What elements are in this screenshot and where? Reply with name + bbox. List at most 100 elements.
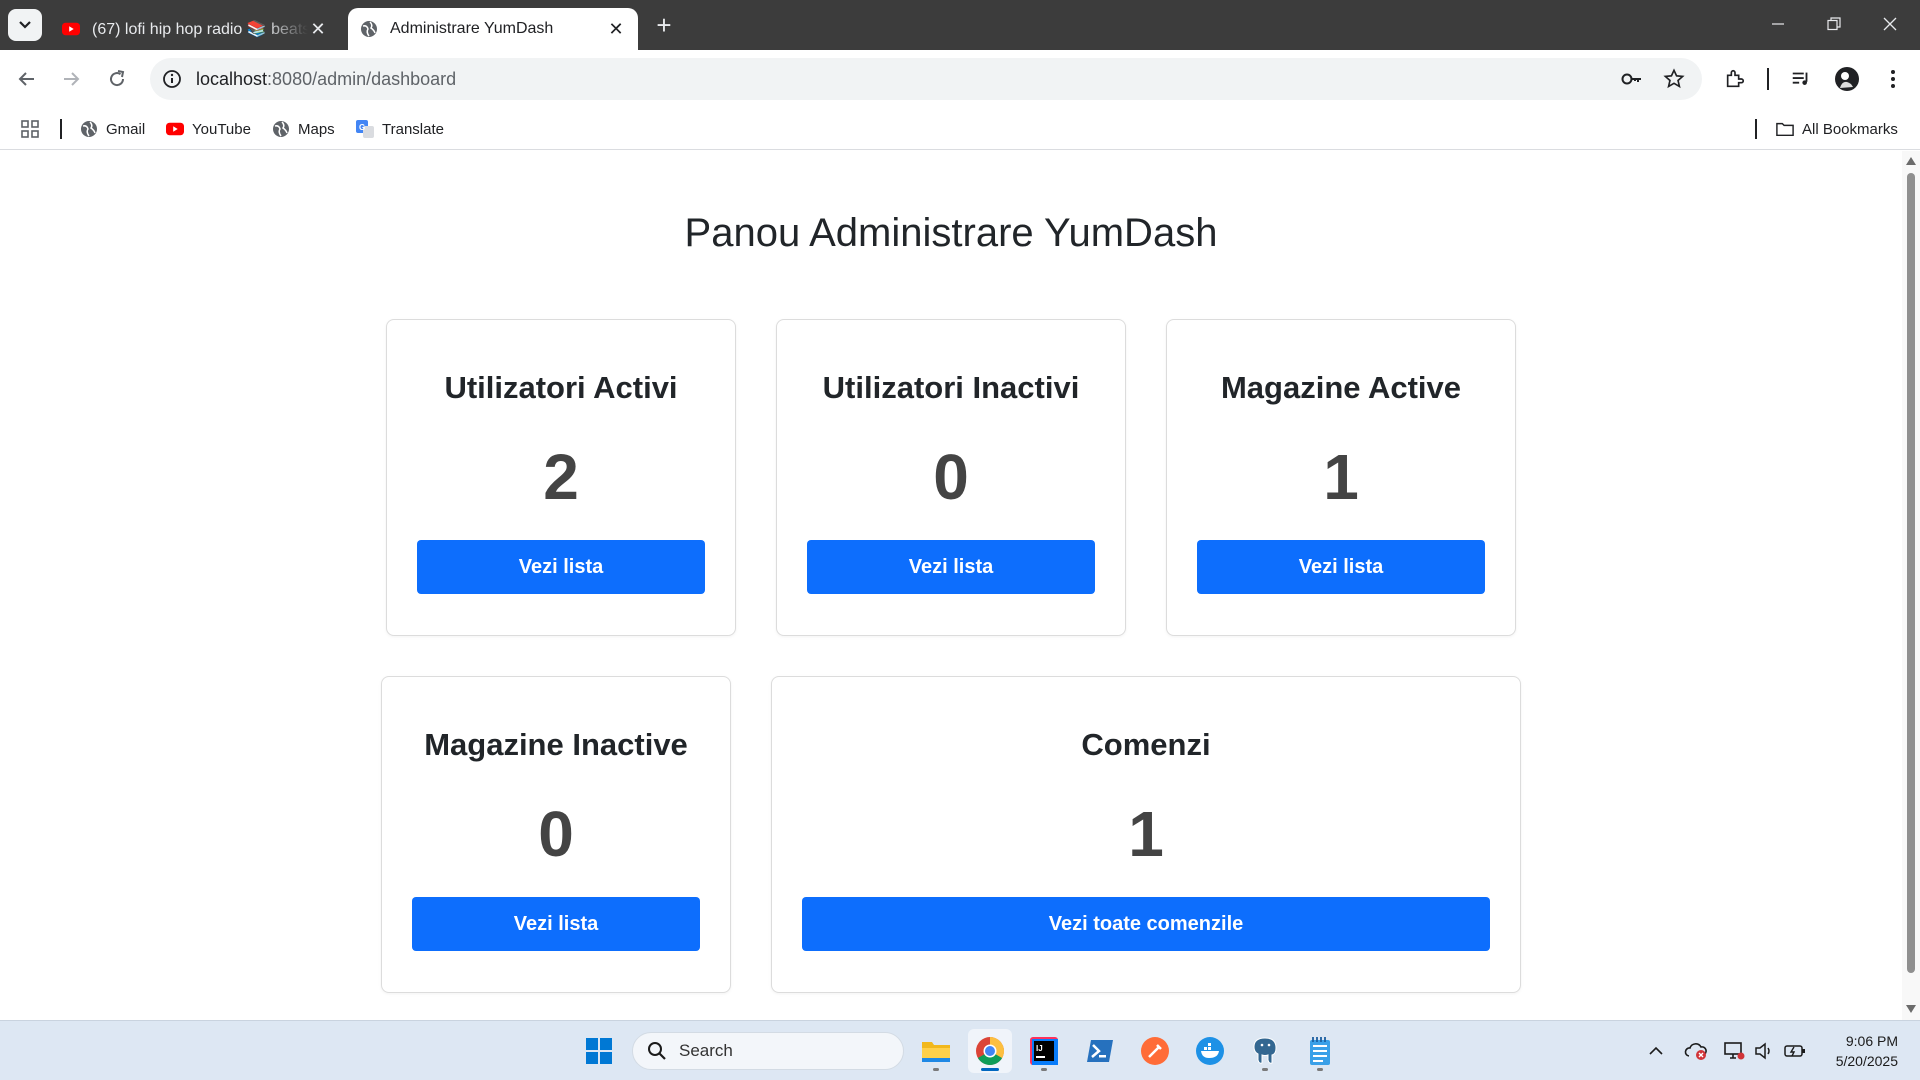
tab-title: (67) lofi hip hop radio 📚 beats to relax… — [92, 21, 308, 38]
svg-text:G: G — [359, 123, 365, 132]
bookmark-gmail[interactable]: Gmail — [80, 116, 145, 142]
card-value: 0 — [933, 441, 969, 513]
bookmarks-bar: Gmail YouTube Maps G Translate All Bookm… — [0, 108, 1920, 150]
clock-date: 5/20/2025 — [1835, 1053, 1898, 1069]
restore-icon — [1827, 17, 1841, 31]
bookmark-label: Translate — [382, 120, 444, 138]
card-title: Magazine Active — [1220, 370, 1462, 405]
page-scrollbar[interactable] — [1902, 151, 1920, 1020]
view-list-button[interactable]: Vezi lista — [417, 540, 705, 594]
running-indicator — [933, 1068, 939, 1071]
svg-text:IJ: IJ — [1036, 1044, 1043, 1053]
intellij-app[interactable]: IJ — [1022, 1029, 1066, 1073]
folder-icon — [1776, 120, 1794, 138]
volume-icon[interactable] — [1752, 1039, 1776, 1063]
start-button[interactable] — [577, 1029, 621, 1073]
view-all-orders-button[interactable]: Vezi toate comenzile — [802, 897, 1490, 951]
view-list-button[interactable]: Vezi lista — [807, 540, 1095, 594]
globe-icon — [360, 20, 378, 38]
restore-button[interactable] — [1806, 0, 1862, 48]
browser-toolbar: localhost:8080/admin/dashboard — [0, 50, 1920, 108]
bookmark-label: YouTube — [192, 120, 251, 138]
card-title: Comenzi — [1081, 727, 1211, 762]
postman-app[interactable] — [1133, 1029, 1177, 1073]
star-icon[interactable] — [1658, 63, 1690, 95]
close-icon[interactable]: ✕ — [308, 19, 328, 39]
site-info-icon[interactable] — [156, 63, 188, 95]
powershell-app[interactable] — [1078, 1029, 1122, 1073]
close-window-button[interactable] — [1862, 0, 1918, 48]
card-value: 1 — [1323, 441, 1359, 513]
tab-strip: (67) lofi hip hop radio 📚 beats to relax… — [0, 0, 1920, 50]
page-title: Panou Administrare YumDash — [684, 211, 1218, 255]
address-bar[interactable]: localhost:8080/admin/dashboard — [150, 58, 1702, 100]
taskbar-search[interactable]: Search — [632, 1032, 904, 1070]
postgresql-icon — [1253, 1037, 1277, 1064]
scroll-down-arrow[interactable] — [1906, 1005, 1916, 1013]
bookmark-label: Gmail — [106, 120, 146, 138]
powershell-icon — [1087, 1040, 1113, 1062]
bookmarks-divider — [1755, 119, 1757, 139]
docker-app[interactable] — [1188, 1029, 1232, 1073]
minimize-button[interactable] — [1750, 0, 1806, 48]
new-tab-button[interactable]: + — [650, 10, 678, 40]
notepad-app[interactable] — [1298, 1029, 1342, 1073]
tab-admin[interactable]: Administrare YumDash ✕ — [348, 8, 638, 50]
windows-icon — [586, 1038, 612, 1064]
bookmark-translate[interactable]: G Translate — [356, 116, 444, 142]
view-list-button[interactable]: Vezi lista — [412, 897, 700, 951]
globe-icon — [80, 120, 98, 138]
chevron-up-icon[interactable] — [1644, 1039, 1668, 1063]
intellij-icon: IJ — [1030, 1037, 1058, 1065]
url-text[interactable]: localhost:8080/admin/dashboard — [196, 69, 456, 90]
apps-icon[interactable] — [20, 116, 40, 142]
youtube-icon — [62, 20, 80, 38]
chrome-icon — [976, 1037, 1004, 1065]
search-icon — [648, 1042, 666, 1060]
close-icon[interactable]: ✕ — [606, 19, 626, 39]
card-value: 1 — [1128, 798, 1164, 870]
tab-youtube[interactable]: (67) lofi hip hop radio 📚 beats to relax… — [50, 8, 340, 50]
card-active-users: Utilizatori Activi 2 Vezi lista — [386, 319, 736, 636]
pgadmin-app[interactable] — [1243, 1029, 1287, 1073]
chrome-app[interactable] — [968, 1029, 1012, 1073]
minimize-icon — [1772, 23, 1784, 25]
battery-icon[interactable] — [1783, 1039, 1807, 1063]
system-clock[interactable]: 9:06 PM 5/20/2025 — [1836, 1031, 1898, 1071]
close-icon — [1883, 17, 1897, 31]
folder-icon — [922, 1042, 950, 1062]
card-inactive-stores: Magazine Inactive 0 Vezi lista — [381, 676, 731, 993]
back-button[interactable] — [8, 60, 46, 98]
url-host: localhost — [196, 68, 268, 89]
cloud-error-icon[interactable] — [1684, 1039, 1708, 1063]
scroll-thumb[interactable] — [1907, 173, 1915, 973]
all-bookmarks[interactable]: All Bookmarks — [1776, 116, 1898, 142]
chevron-down-icon — [19, 21, 31, 29]
scroll-up-arrow[interactable] — [1906, 157, 1916, 165]
card-title: Utilizatori Activi — [444, 370, 678, 405]
tab-search-button[interactable] — [8, 9, 42, 41]
extensions-icon[interactable] — [1716, 60, 1754, 98]
file-explorer-app[interactable] — [914, 1029, 958, 1073]
bookmark-maps[interactable]: Maps — [272, 116, 335, 142]
all-bookmarks-label: All Bookmarks — [1802, 120, 1898, 138]
profile-avatar[interactable] — [1828, 60, 1866, 98]
reload-icon — [110, 70, 125, 87]
notepad-icon — [1310, 1037, 1330, 1065]
page-content: Panou Administrare YumDash Utilizatori A… — [0, 151, 1902, 1020]
bookmark-youtube[interactable]: YouTube — [166, 116, 251, 142]
media-controls-icon[interactable] — [1782, 60, 1820, 98]
key-icon[interactable] — [1616, 63, 1648, 95]
card-title: Magazine Inactive — [424, 727, 688, 762]
toolbar-divider — [1767, 68, 1769, 90]
windows-taskbar: Search IJ 9:06 PM 5/20/2025 — [0, 1020, 1920, 1080]
menu-icon[interactable] — [1874, 60, 1912, 98]
card-value: 0 — [538, 798, 574, 870]
network-icon[interactable] — [1722, 1039, 1746, 1063]
running-indicator — [1041, 1068, 1047, 1071]
reload-button[interactable] — [98, 60, 136, 98]
url-path: :8080/admin/dashboard — [267, 68, 457, 89]
bookmark-label: Maps — [298, 120, 335, 138]
forward-button[interactable] — [52, 60, 90, 98]
view-list-button[interactable]: Vezi lista — [1197, 540, 1485, 594]
